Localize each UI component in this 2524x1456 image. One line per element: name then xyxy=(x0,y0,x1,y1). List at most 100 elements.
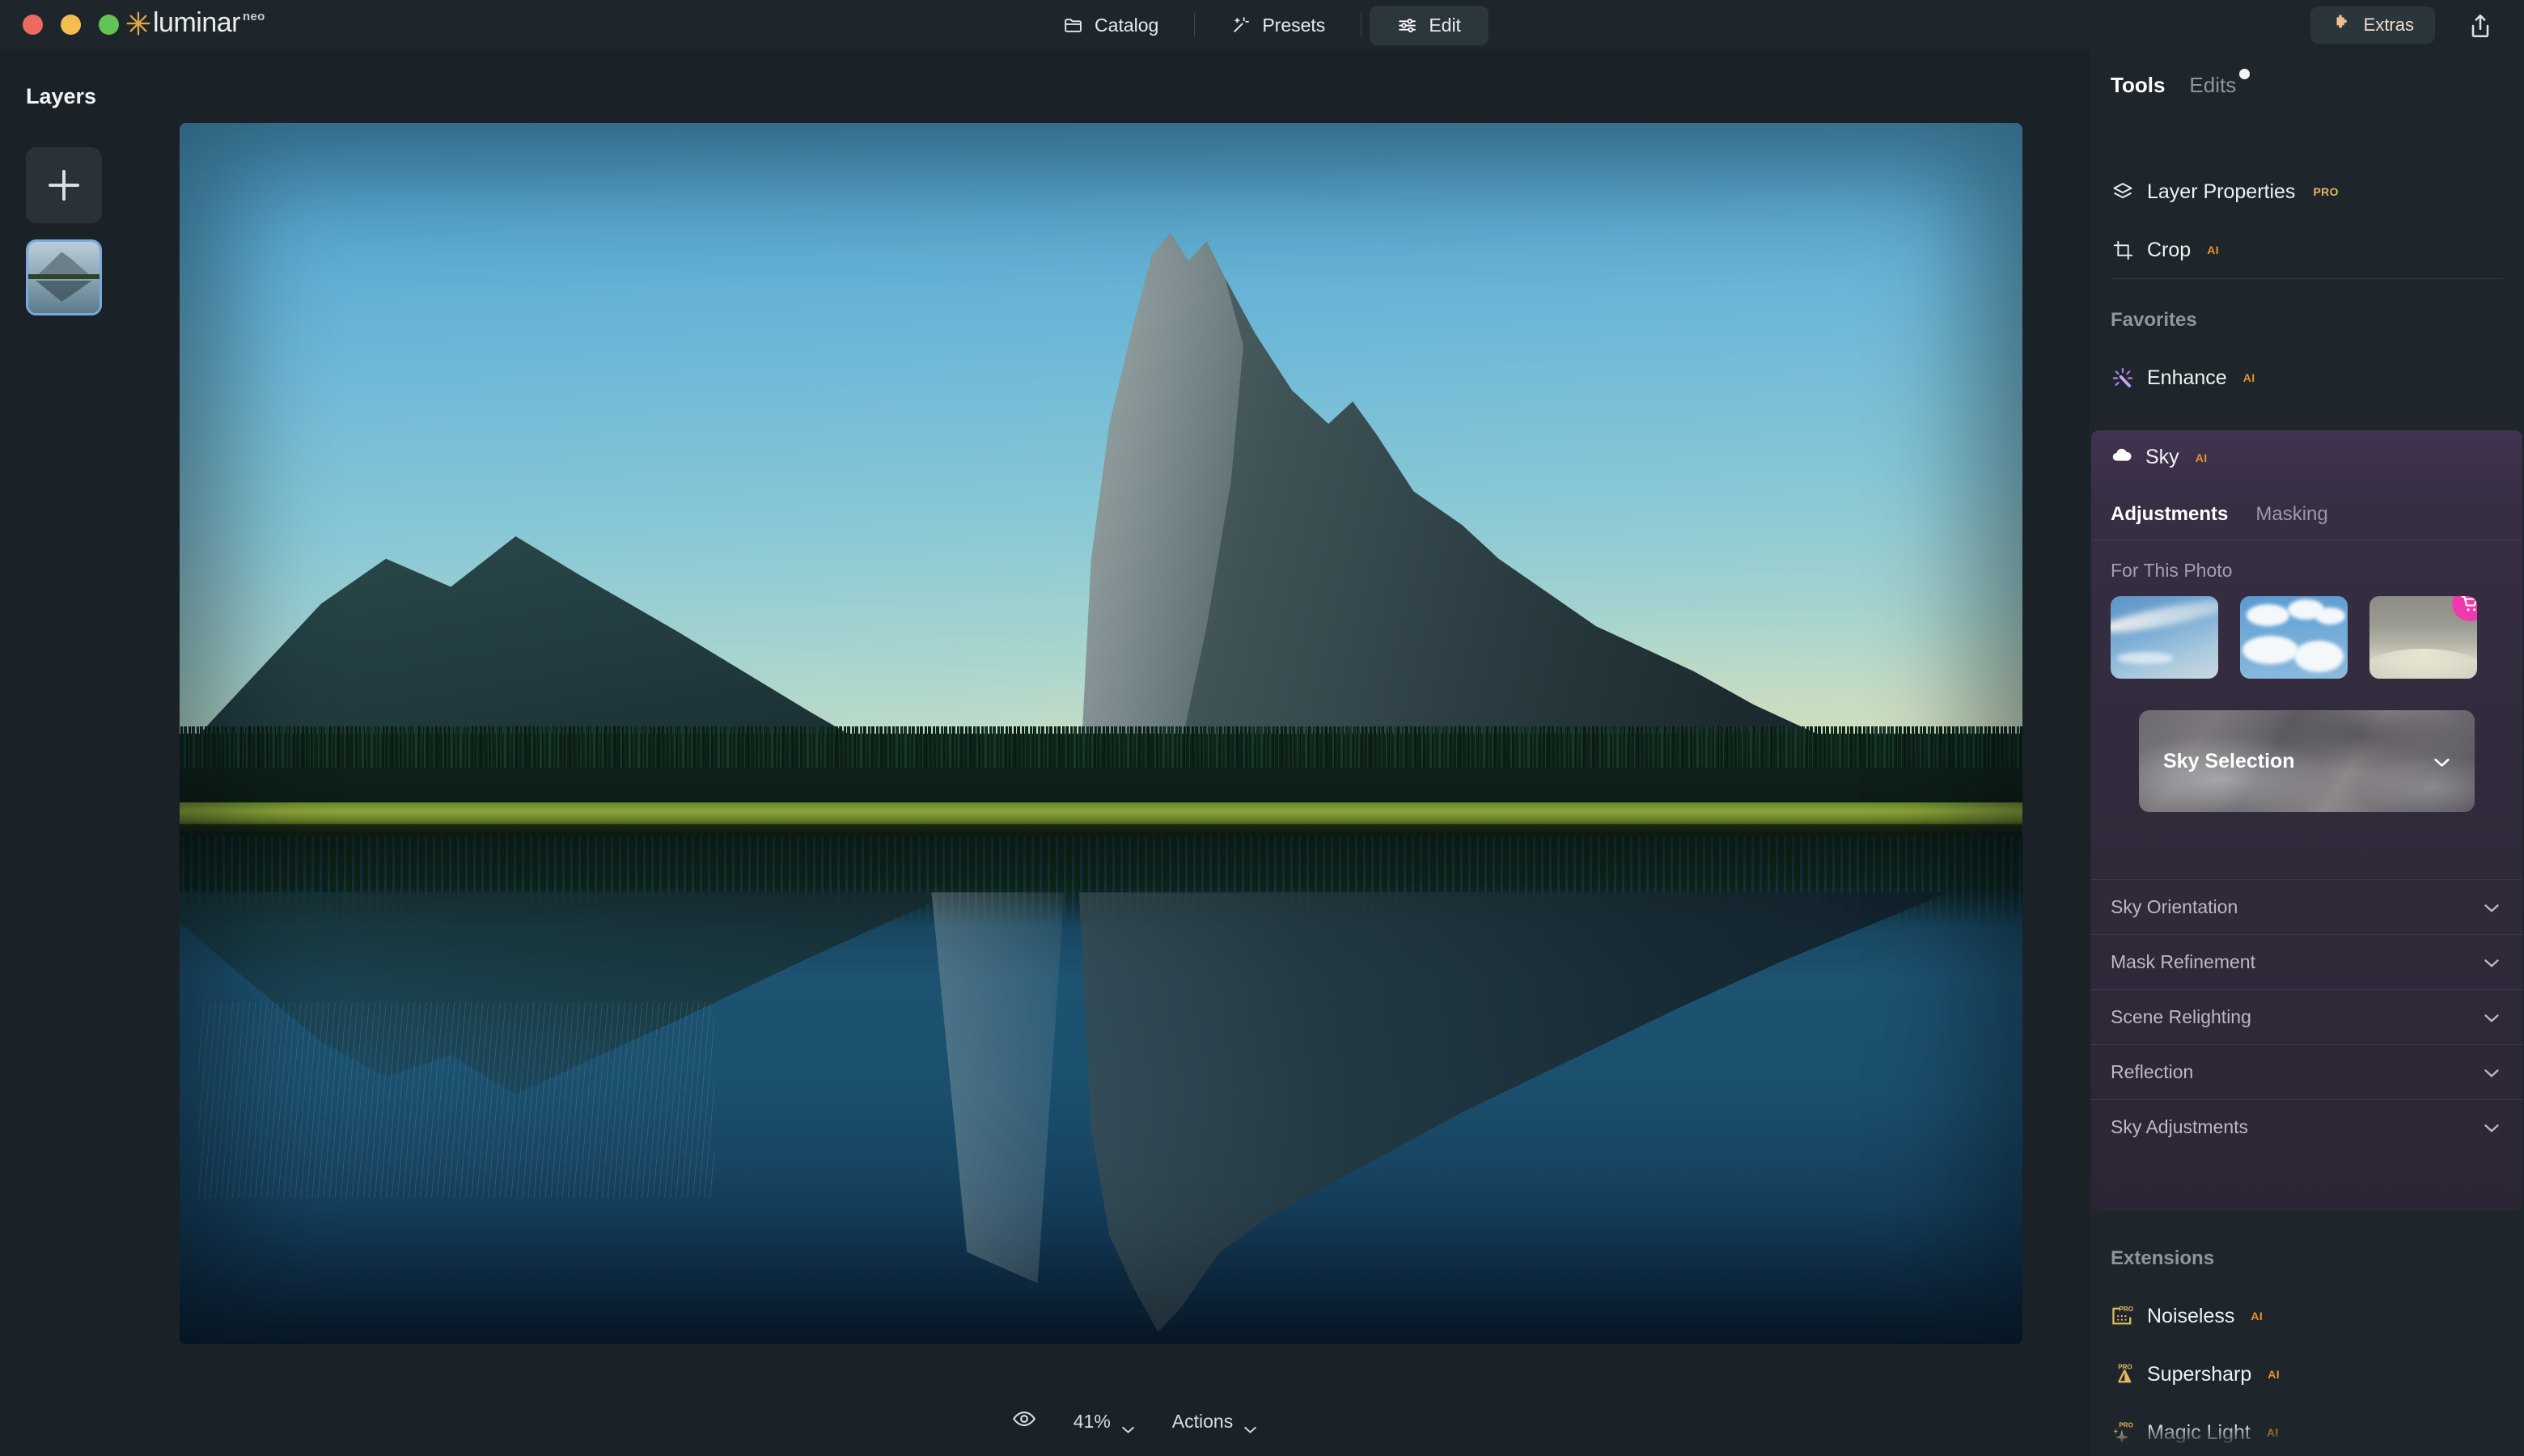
sparkle-wand-icon xyxy=(1230,15,1251,36)
chevron-down-icon xyxy=(1121,1417,1135,1433)
tool-magic-light[interactable]: PRO Magic Light AI xyxy=(2111,1420,2279,1445)
eye-icon xyxy=(1012,1407,1036,1436)
tab-edit[interactable]: Edit xyxy=(1370,5,1489,45)
extras-label: Extras xyxy=(2363,15,2414,35)
close-window-button[interactable] xyxy=(23,15,43,35)
accordion-sky-adjustments[interactable]: Sky Adjustments xyxy=(2091,1099,2522,1154)
crop-icon xyxy=(2111,238,2135,262)
section-extensions-header: Extensions xyxy=(2111,1247,2215,1269)
zoom-level-value: 41% xyxy=(1073,1410,1111,1432)
sky-thumb-cumulus[interactable] xyxy=(2240,596,2348,679)
mode-tabs: Catalog Presets Edit xyxy=(1035,0,1489,50)
asterisk-star-icon xyxy=(125,11,151,36)
tool-crop[interactable]: Crop AI xyxy=(2111,238,2219,262)
tab-presets[interactable]: Presets xyxy=(1203,6,1353,45)
minimize-window-button[interactable] xyxy=(61,15,81,35)
accordion-sky-orientation-label: Sky Orientation xyxy=(2111,896,2238,917)
chevron-down-icon xyxy=(1243,1417,1257,1433)
tools-divider xyxy=(2111,278,2503,279)
ai-badge: AI xyxy=(2251,1310,2264,1323)
share-export-icon[interactable] xyxy=(2466,11,2495,40)
chevron-down-icon xyxy=(2484,1061,2500,1083)
extras-button[interactable]: Extras xyxy=(2310,6,2435,44)
ai-badge: AI xyxy=(2268,1368,2280,1381)
sky-selection-dropdown[interactable]: Sky Selection xyxy=(2139,710,2475,812)
sky-subtab-adjustments[interactable]: Adjustments xyxy=(2111,503,2228,526)
tool-sky-header[interactable]: Sky AI xyxy=(2091,430,2522,485)
svg-text:PRO: PRO xyxy=(2119,1306,2132,1313)
tab-edits[interactable]: Edits xyxy=(2189,73,2236,98)
tool-sky-label: Sky xyxy=(2145,446,2179,468)
cumulus-puff xyxy=(2246,604,2290,626)
tab-tools[interactable]: Tools xyxy=(2111,73,2165,98)
accordion-scene-relighting[interactable]: Scene Relighting xyxy=(2091,989,2522,1044)
layers-panel: Layers xyxy=(0,50,180,1456)
brand-suffix: neo xyxy=(242,10,265,23)
ai-badge: AI xyxy=(2242,371,2255,384)
ai-badge: AI xyxy=(2195,451,2208,464)
accordion-reflection[interactable]: Reflection xyxy=(2091,1044,2522,1099)
tool-crop-label: Crop xyxy=(2147,238,2192,261)
tools-panel: Tools Edits Layer Properties PRO Crop AI… xyxy=(2090,50,2524,1456)
svg-text:PRO: PRO xyxy=(2118,1364,2132,1371)
tool-layer-properties-label: Layer Properties xyxy=(2147,180,2296,203)
tab-edits-wrap: Edits xyxy=(2189,69,2251,98)
chevron-down-icon xyxy=(2484,1006,2500,1028)
accordion-sky-adjustments-label: Sky Adjustments xyxy=(2111,1116,2249,1137)
tool-supersharp[interactable]: PRO Supersharp AI xyxy=(2111,1362,2280,1386)
section-favorites-header: Favorites xyxy=(2111,309,2197,331)
sky-subtabs: Adjustments Masking xyxy=(2111,503,2328,526)
cirrus-cloud-shape xyxy=(2116,652,2174,664)
tab-separator xyxy=(1194,13,1196,37)
add-layer-button[interactable] xyxy=(26,147,102,223)
pro-badge: PRO xyxy=(2313,185,2339,198)
mountain-lake-reflection-photo[interactable] xyxy=(180,123,2022,1344)
folder-icon xyxy=(1063,15,1083,36)
accordion-scene-relighting-label: Scene Relighting xyxy=(2111,1006,2251,1027)
chevron-down-icon xyxy=(2484,896,2500,918)
app-logo: luminar neo xyxy=(125,6,265,39)
for-this-photo-label: For This Photo xyxy=(2111,560,2233,581)
tool-layer-properties[interactable]: Layer Properties PRO xyxy=(2111,180,2339,204)
tab-separator xyxy=(1361,13,1362,37)
sky-thumbnail-list xyxy=(2111,596,2477,679)
accordion-mask-refinement-label: Mask Refinement xyxy=(2111,951,2255,972)
accordion-mask-refinement[interactable]: Mask Refinement xyxy=(2091,934,2522,989)
ai-badge: AI xyxy=(2266,1426,2279,1439)
sky-thumb-overcast[interactable] xyxy=(2369,596,2477,679)
cumulus-puff xyxy=(2293,641,2344,672)
cumulus-puff xyxy=(2315,607,2346,624)
tool-noiseless[interactable]: PRO Noiseless AI xyxy=(2111,1304,2263,1328)
accordion-reflection-label: Reflection xyxy=(2111,1061,2194,1082)
sliders-icon xyxy=(1397,15,1417,36)
tool-enhance[interactable]: Enhance AI xyxy=(2111,366,2255,390)
sky-selection-label: Sky Selection xyxy=(2163,749,2295,772)
layers-stack-icon xyxy=(2111,180,2135,204)
plus-icon xyxy=(49,170,79,201)
noise-grid-icon: PRO xyxy=(2111,1304,2135,1328)
tab-catalog[interactable]: Catalog xyxy=(1035,6,1186,45)
sparkles-icon: PRO xyxy=(2111,1420,2135,1445)
tool-supersharp-label: Supersharp xyxy=(2147,1362,2252,1386)
tab-presets-label: Presets xyxy=(1262,14,1326,36)
chevron-down-icon xyxy=(2484,1116,2500,1138)
sky-subtab-masking[interactable]: Masking xyxy=(2255,503,2327,526)
photo-vignette xyxy=(180,123,2022,1344)
tool-enhance-label: Enhance xyxy=(2147,366,2227,389)
zoom-level-dropdown[interactable]: 41% xyxy=(1074,1411,1135,1433)
tool-sky-panel: Sky AI Adjustments Masking For This Phot… xyxy=(2091,430,2522,1211)
actions-dropdown[interactable]: Actions xyxy=(1172,1411,1257,1433)
luminar-neo-window: luminar neo Catalog Presets Edit Extras … xyxy=(0,0,2524,1456)
toggle-visibility-button[interactable] xyxy=(1012,1407,1036,1436)
maximize-window-button[interactable] xyxy=(99,15,119,35)
brand-name: luminar xyxy=(153,7,240,38)
layer-item-thumbnail[interactable] xyxy=(26,239,102,315)
shopping-cart-icon[interactable] xyxy=(2452,596,2477,621)
tools-panel-tabs: Tools Edits xyxy=(2111,69,2251,98)
sky-thumb-cirrus[interactable] xyxy=(2111,596,2218,679)
accordion-sky-orientation[interactable]: Sky Orientation xyxy=(2091,879,2522,934)
svg-text:PRO: PRO xyxy=(2119,1422,2132,1429)
title-bar: luminar neo Catalog Presets Edit Extras xyxy=(0,0,2524,50)
tool-noiseless-label: Noiseless xyxy=(2147,1304,2235,1327)
ai-badge: AI xyxy=(2207,243,2219,256)
